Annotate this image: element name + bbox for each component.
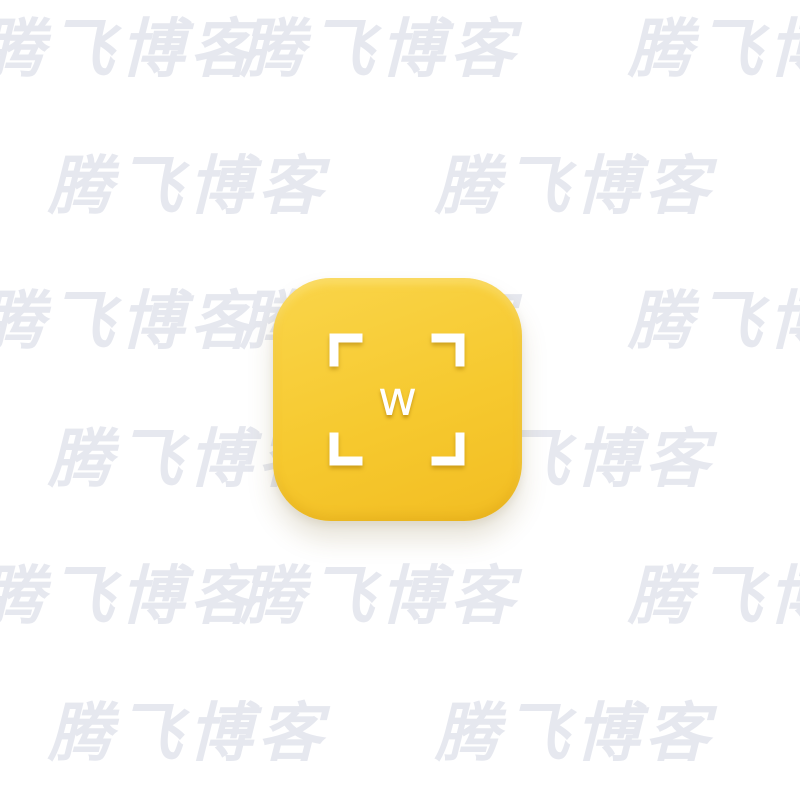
watermark-text: 腾飞博客 — [0, 285, 260, 359]
frame-corner-top-left — [329, 333, 363, 367]
watermark-text: 腾飞博客 — [48, 150, 328, 224]
frame-corner-top-right — [431, 333, 465, 367]
watermark-text: 腾飞博客 — [240, 560, 520, 634]
frame-corner-bottom-left — [329, 432, 363, 466]
watermark-text: 腾飞博客 — [240, 13, 520, 87]
canvas: 腾飞博客 腾飞博客 腾飞博客 腾飞博客 腾飞博客 腾飞博客 腾飞博客 腾飞博客 … — [0, 0, 800, 800]
watermark-text: 腾飞博客 — [628, 285, 800, 359]
watermark-text: 腾飞博客 — [0, 560, 260, 634]
watermark-text: 腾飞博客 — [628, 13, 800, 87]
watermark-text: 腾飞博客 — [435, 150, 715, 224]
frame-corner-bottom-right — [431, 432, 465, 466]
watermark-text: 腾飞博客 — [0, 13, 260, 87]
watermark-text: 腾飞博客 — [48, 697, 328, 771]
watermark-text: 腾飞博客 — [628, 560, 800, 634]
app-icon-letter: w — [377, 371, 418, 427]
app-icon[interactable]: w — [273, 278, 522, 521]
watermark-text: 腾飞博客 — [435, 697, 715, 771]
